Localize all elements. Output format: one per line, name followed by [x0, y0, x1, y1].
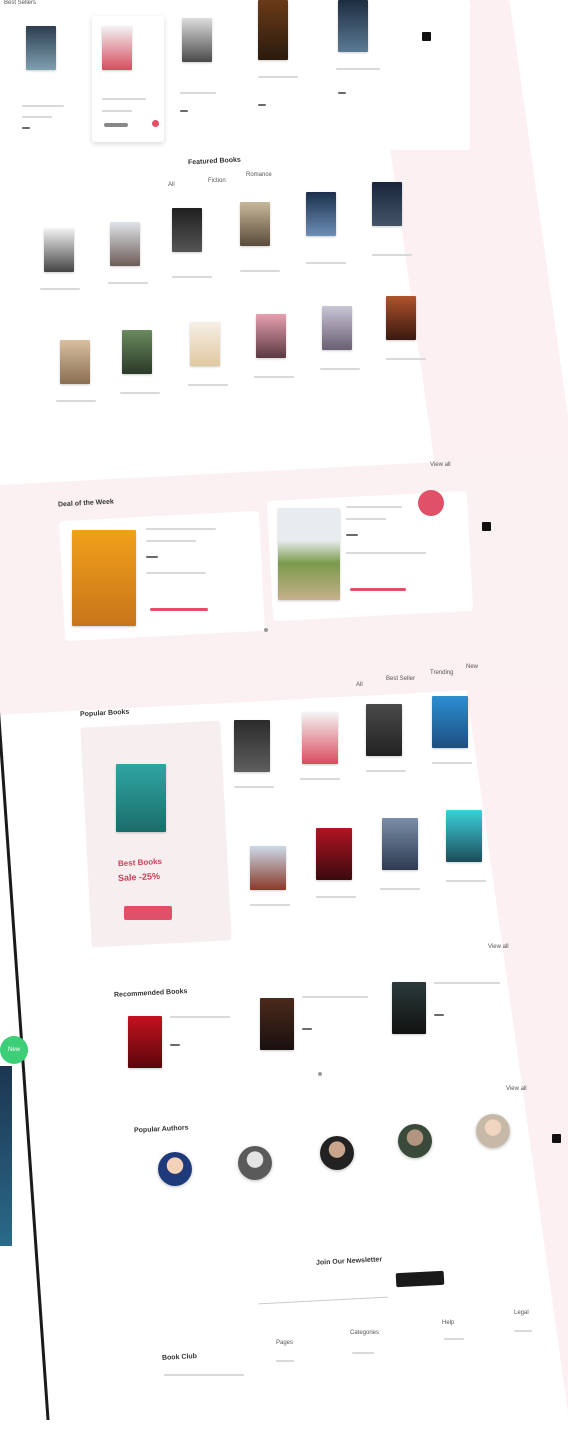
footer-column-title: Pages: [276, 1340, 294, 1346]
tab[interactable]: Trending: [430, 670, 453, 677]
tab[interactable]: New: [466, 664, 478, 671]
slider-control[interactable]: [422, 32, 431, 41]
book-cover[interactable]: [44, 228, 74, 272]
book-cover[interactable]: [446, 810, 482, 862]
book-cover[interactable]: [258, 0, 288, 60]
device-frame: [0, 640, 50, 1420]
book-cover[interactable]: [128, 1016, 162, 1068]
sale-badge: [418, 490, 444, 516]
author-avatar[interactable]: [158, 1152, 192, 1186]
book-cover[interactable]: [190, 322, 220, 366]
book-cover[interactable]: [366, 704, 402, 756]
author-avatar[interactable]: [476, 1114, 510, 1148]
newsletter-title: Join Our Newsletter: [315, 1256, 383, 1267]
book-cover[interactable]: [432, 696, 468, 748]
book-cover[interactable]: [110, 222, 140, 266]
tab[interactable]: All: [168, 182, 175, 189]
book-cover[interactable]: [306, 192, 336, 236]
section-title: Popular Books: [79, 708, 130, 719]
footer-column-title: Help: [442, 1320, 455, 1326]
book-cover[interactable]: [372, 182, 402, 226]
wishlist-icon[interactable]: [152, 120, 159, 127]
footer-column-title: Categories: [350, 1330, 380, 1336]
book-cover[interactable]: [182, 18, 212, 62]
pagination-dot[interactable]: [264, 628, 268, 632]
book-cover[interactable]: [122, 330, 152, 374]
pagination-dot[interactable]: [318, 1072, 322, 1076]
book-cover[interactable]: [316, 828, 352, 880]
tab[interactable]: Romance: [246, 172, 272, 179]
book-cover[interactable]: [256, 314, 286, 358]
book-cover[interactable]: [60, 340, 90, 384]
footer-column-title: Legal: [514, 1310, 529, 1316]
tab[interactable]: All: [356, 682, 363, 689]
book-cover[interactable]: [302, 712, 338, 764]
book-cover[interactable]: [172, 208, 202, 252]
section-title: Recommended Books: [113, 988, 188, 999]
subscribe-button[interactable]: [395, 1270, 445, 1288]
email-input[interactable]: [257, 1284, 389, 1305]
book-cover[interactable]: [386, 296, 416, 340]
section-title: Popular Authors: [133, 1124, 189, 1135]
book-cover[interactable]: [392, 982, 426, 1034]
view-all-link[interactable]: View all: [506, 1086, 527, 1093]
progress-bar: [350, 588, 406, 591]
author-avatar[interactable]: [238, 1146, 272, 1180]
top-book-row: Best Sellers: [0, 0, 470, 150]
book-cover[interactable]: [250, 846, 286, 890]
shop-now-button[interactable]: [124, 906, 172, 920]
slider-control[interactable]: [482, 522, 491, 531]
book-cover[interactable]: [102, 26, 132, 70]
book-cover[interactable]: [338, 0, 368, 52]
book-cover[interactable]: [382, 818, 418, 870]
section-title: Featured Books: [187, 156, 242, 167]
new-badge: New: [0, 1036, 28, 1064]
author-avatar[interactable]: [320, 1136, 354, 1170]
book-cover[interactable]: [72, 530, 136, 626]
add-to-cart-button[interactable]: [104, 123, 128, 127]
section-label: Best Sellers: [4, 0, 37, 6]
view-all-link[interactable]: View all: [430, 462, 451, 469]
book-cover[interactable]: [240, 202, 270, 246]
book-cover[interactable]: [234, 720, 270, 772]
footer-brand: Book Club: [161, 1353, 198, 1362]
tab[interactable]: Fiction: [208, 178, 226, 185]
author-avatar[interactable]: [398, 1124, 432, 1158]
tab[interactable]: Best Seller: [386, 676, 415, 683]
progress-bar: [150, 608, 208, 611]
view-all-link[interactable]: View all: [488, 944, 509, 951]
book-cover[interactable]: [26, 26, 56, 70]
book-cover[interactable]: [116, 764, 166, 832]
book-cover[interactable]: [322, 306, 352, 350]
slider-control[interactable]: [552, 1134, 561, 1143]
side-image: [0, 1066, 12, 1246]
book-cover[interactable]: [260, 998, 294, 1050]
book-cover[interactable]: [278, 508, 340, 600]
